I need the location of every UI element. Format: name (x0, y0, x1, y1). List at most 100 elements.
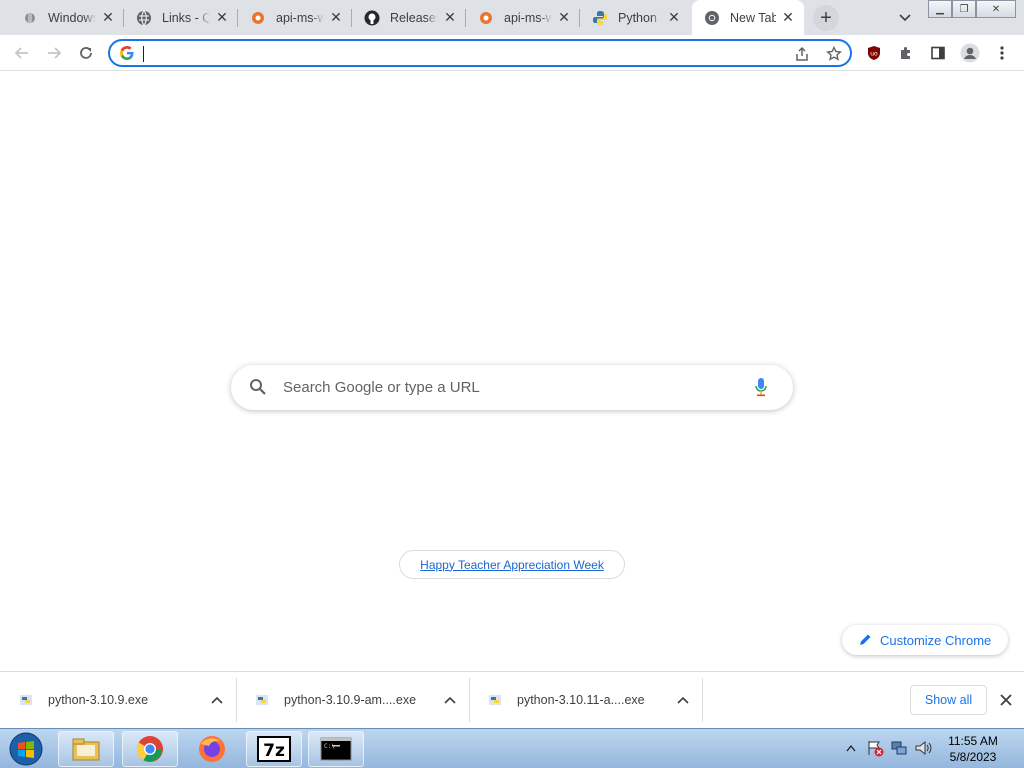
close-icon[interactable]: ✕ (100, 9, 116, 26)
download-item[interactable]: python-3.10.9-am....exe (236, 678, 469, 722)
taskbar-chrome[interactable] (122, 731, 178, 767)
share-icon[interactable] (794, 46, 810, 62)
close-window-button[interactable]: ✕ (976, 0, 1016, 18)
download-menu-button[interactable] (208, 691, 226, 709)
profile-button[interactable] (956, 39, 984, 67)
reload-icon (80, 47, 92, 59)
taskbar-firefox[interactable] (184, 731, 240, 767)
clock-date: 5/8/2023 (949, 750, 997, 764)
download-menu-button[interactable] (441, 691, 459, 709)
close-icon (1000, 694, 1012, 706)
tab-title: New Tab (730, 10, 776, 25)
file-explorer-icon (72, 738, 100, 761)
close-icon[interactable]: ✕ (666, 9, 682, 26)
chevron-down-icon (899, 14, 911, 22)
tab-new-tab[interactable]: New Tab ✕ (692, 0, 804, 35)
system-clock[interactable]: 11:55 AM 5/8/2023 (940, 733, 1006, 765)
taskbar-cmd[interactable]: C:\ (308, 731, 364, 767)
tab-title: Windows (48, 10, 96, 25)
svg-text:7z: 7z (263, 741, 285, 761)
kebab-menu-icon (1000, 46, 1004, 60)
windows-app-icon (22, 10, 38, 26)
close-shelf-button[interactable] (996, 690, 1016, 710)
doodle-link-text[interactable]: Happy Teacher Appreciation Week (420, 558, 604, 572)
puzzle-piece-icon (901, 47, 910, 59)
tab-api-ms-2[interactable]: api-ms-win ✕ (466, 0, 580, 35)
microphone-icon[interactable] (754, 377, 768, 397)
tab-python[interactable]: Python Re ✕ (580, 0, 690, 35)
ublock-origin-icon: uo (868, 46, 880, 60)
tab-strip: Windows ✕ Links - Qt ✕ api-ms-win ✕ Rele… (0, 0, 1024, 35)
action-center-flag-icon[interactable] (866, 739, 884, 757)
close-icon: ✕ (991, 3, 1001, 15)
volume-icon[interactable] (914, 739, 932, 757)
gear-flower-icon (250, 10, 266, 26)
tab-title: Python Re (618, 10, 662, 25)
start-button[interactable] (4, 731, 48, 767)
address-bar[interactable] (108, 39, 852, 67)
extensions-button[interactable] (892, 39, 920, 67)
back-button[interactable] (8, 39, 36, 67)
side-panel-button[interactable] (924, 39, 952, 67)
gear-flower-icon (478, 10, 494, 26)
windows-orb-icon (9, 732, 43, 766)
firefox-icon (199, 736, 225, 762)
ublock-extension-button[interactable]: uo (860, 39, 888, 67)
address-input[interactable] (142, 43, 782, 63)
tab-api-ms-1[interactable]: api-ms-win ✕ (238, 0, 352, 35)
tab-links[interactable]: Links - Qt ✕ (124, 0, 238, 35)
tab-search-button[interactable] (893, 6, 917, 30)
clock-time: 11:55 AM (948, 734, 998, 748)
download-shelf: python-3.10.9.exe python-3.10.9-am....ex… (0, 671, 1024, 728)
minimize-button[interactable]: ▁ (928, 0, 952, 18)
close-icon[interactable]: ✕ (780, 9, 796, 26)
python-installer-icon (256, 695, 268, 705)
close-icon[interactable]: ✕ (214, 9, 230, 26)
search-icon (250, 379, 266, 395)
plus-icon: + (820, 6, 832, 29)
tab-releases[interactable]: Releases ✕ (352, 0, 466, 35)
customize-label: Customize Chrome (880, 632, 992, 648)
download-item[interactable]: python-3.10.11-a....exe (469, 678, 702, 722)
search-placeholder: Search Google or type a URL (283, 379, 480, 396)
minimize-icon: ▁ (936, 3, 944, 15)
download-filename: python-3.10.9.exe (48, 693, 149, 707)
tab-title: Links - Qt (162, 10, 210, 25)
toolbar: uo (0, 35, 1024, 71)
forward-arrow-icon (48, 47, 62, 59)
github-icon (364, 10, 380, 26)
customize-chrome-button[interactable]: Customize Chrome (842, 625, 1008, 655)
taskbar-7zip[interactable]: 7z (246, 731, 302, 767)
show-all-downloads-button[interactable]: Show all (910, 685, 987, 715)
taskbar-explorer[interactable] (58, 731, 114, 767)
download-item[interactable]: python-3.10.9.exe (0, 678, 236, 722)
close-icon[interactable]: ✕ (556, 9, 572, 26)
python-installer-icon (489, 695, 501, 705)
chrome-icon (704, 10, 720, 26)
show-hidden-icons-button[interactable] (846, 744, 856, 752)
forward-button[interactable] (40, 39, 68, 67)
back-arrow-icon (14, 47, 28, 59)
globe-icon (136, 10, 152, 26)
menu-button[interactable] (988, 39, 1016, 67)
restore-button[interactable]: ❐ (952, 0, 976, 18)
python-installer-icon (20, 695, 32, 705)
new-tab-button[interactable]: + (813, 5, 839, 31)
network-icon[interactable] (890, 739, 908, 757)
avatar-icon (960, 43, 980, 63)
tab-title: api-ms-win (276, 10, 324, 25)
ntp-search-box[interactable]: Search Google or type a URL (231, 365, 793, 410)
close-icon[interactable]: ✕ (442, 9, 458, 26)
close-icon[interactable]: ✕ (328, 9, 344, 26)
tab-windows[interactable]: Windows ✕ (10, 0, 124, 35)
reload-button[interactable] (72, 39, 100, 67)
python-icon (592, 10, 608, 26)
cmd-icon: C:\ (320, 737, 352, 761)
download-menu-button[interactable] (674, 691, 692, 709)
svg-text:uo: uo (870, 51, 878, 58)
doodle-share-link[interactable]: Happy Teacher Appreciation Week (399, 550, 625, 579)
google-g-icon (120, 46, 134, 60)
bookmark-star-icon[interactable] (826, 46, 842, 62)
chevron-up-icon (211, 696, 223, 704)
side-panel-icon (931, 46, 945, 60)
